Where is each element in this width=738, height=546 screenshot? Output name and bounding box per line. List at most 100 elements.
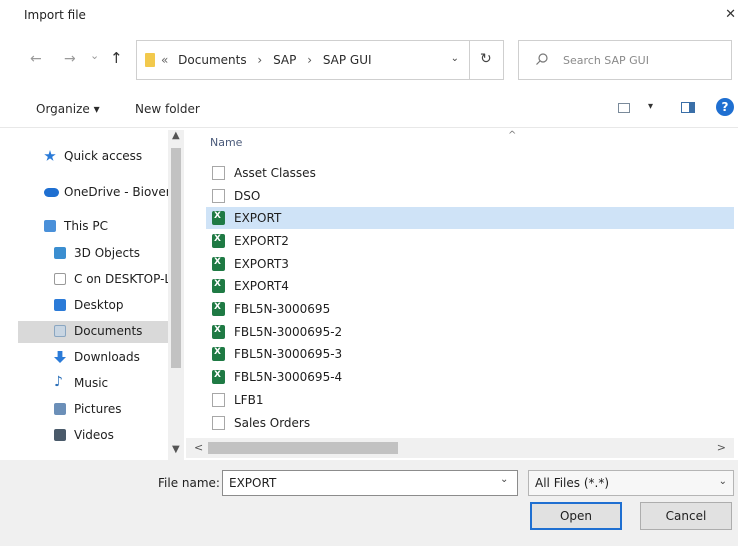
view-options-icon[interactable] (618, 103, 630, 113)
breadcrumb-sap[interactable]: SAP (273, 53, 296, 67)
sidebar-item-label: 3D Objects (74, 246, 141, 260)
file-name: FBL5N-3000695-4 (234, 370, 343, 384)
folder-icon (145, 53, 155, 67)
list-item[interactable]: Asset Classes (206, 162, 734, 184)
cube-icon (54, 247, 66, 259)
sidebar-item-label: Pictures (74, 402, 122, 416)
chevron-down-icon[interactable]: ▾ (648, 101, 653, 112)
chevron-down-icon[interactable]: ⌄ (451, 53, 459, 64)
file-name-field[interactable] (222, 470, 518, 496)
open-button[interactable]: Open (530, 502, 622, 530)
up-arrow-icon[interactable]: ↑ (110, 49, 123, 67)
sidebar-scroll-thumb[interactable] (171, 148, 181, 368)
help-icon[interactable]: ? (716, 98, 734, 116)
forward-arrow-icon[interactable]: → (64, 51, 76, 67)
file-name: Asset Classes (234, 166, 316, 180)
chevron-up-icon[interactable]: ▲ (172, 130, 180, 141)
list-item-selected[interactable]: EXPORT (206, 207, 734, 229)
sidebar-item-quick-access[interactable]: Quick access (18, 146, 168, 168)
video-icon (54, 429, 66, 441)
sidebar-item-desktop[interactable]: Desktop (18, 295, 168, 317)
chevron-right-icon[interactable]: › (307, 53, 312, 67)
chevron-down-icon[interactable]: ▼ (172, 444, 180, 455)
excel-file-icon (212, 325, 225, 339)
download-icon (54, 351, 66, 363)
excel-file-icon (212, 279, 225, 293)
sidebar-item-label: This PC (64, 219, 108, 233)
column-header-name[interactable]: Name (210, 136, 242, 149)
list-item[interactable]: FBL5N-3000695-2 (206, 321, 734, 343)
file-name: FBL5N-3000695-2 (234, 325, 343, 339)
chevron-right-icon[interactable]: › (257, 53, 262, 67)
chevron-left-icon[interactable]: < (194, 441, 203, 454)
sidebar-item-c-drive[interactable]: C on DESKTOP-L (18, 269, 168, 291)
documents-icon (54, 325, 66, 337)
command-bar: Organize ▾ New folder ▾ ? (0, 90, 738, 128)
excel-file-icon (212, 234, 225, 248)
excel-file-icon (212, 302, 225, 316)
music-icon: ♪ (54, 374, 63, 390)
title-bar: Import file ✕ (0, 0, 738, 32)
sidebar-item-label: OneDrive - Biover (64, 185, 168, 199)
close-icon[interactable]: ✕ (725, 7, 736, 22)
breadcrumb-overflow-icon[interactable]: « (161, 53, 168, 67)
back-arrow-icon[interactable]: ← (30, 51, 42, 67)
file-name: EXPORT (234, 211, 282, 225)
address-bar[interactable]: « Documents › SAP › SAP GUI ⌄ (136, 40, 470, 80)
cloud-icon (44, 188, 59, 197)
excel-file-icon (212, 370, 225, 384)
list-item[interactable]: LFB1 (206, 389, 734, 411)
dialog-footer: File name: ⌄ All Files (*.*) ⌄ Open Canc… (0, 460, 738, 546)
preview-pane-icon[interactable] (681, 102, 695, 113)
file-type-select[interactable]: All Files (*.*) ⌄ (528, 470, 734, 496)
file-name: LFB1 (234, 393, 264, 407)
chevron-down-icon[interactable]: ⌄ (500, 474, 508, 485)
excel-file-icon (212, 257, 225, 271)
list-item[interactable]: Sales Orders (206, 412, 734, 434)
sidebar-item-label: Music (74, 376, 109, 390)
sidebar-item-videos[interactable]: Videos (18, 425, 168, 447)
navigation-bar: ← → ⌄ ↑ « Documents › SAP › SAP GUI ⌄ ↻ … (0, 34, 738, 86)
organize-button[interactable]: Organize ▾ (36, 102, 100, 116)
file-type-value: All Files (*.*) (535, 476, 610, 490)
computer-icon (44, 220, 56, 232)
sidebar-item-onedrive[interactable]: OneDrive - Biover (18, 182, 168, 204)
excel-file-icon (212, 211, 225, 225)
document-icon (212, 416, 225, 430)
search-input[interactable]: Search SAP GUI (518, 40, 732, 80)
sidebar-item-this-pc[interactable]: This PC (18, 216, 168, 238)
list-item[interactable]: FBL5N-3000695-4 (206, 366, 734, 388)
list-item[interactable]: FBL5N-3000695-3 (206, 343, 734, 365)
sidebar-item-music[interactable]: ♪ Music (18, 373, 168, 395)
new-folder-button[interactable]: New folder (135, 102, 200, 116)
breadcrumb-sap-gui[interactable]: SAP GUI (323, 53, 372, 67)
list-item[interactable]: EXPORT3 (206, 253, 734, 275)
sidebar-scrollbar[interactable]: ▲ ▼ (168, 130, 184, 460)
list-item[interactable]: DSO (206, 185, 734, 207)
file-name: DSO (234, 189, 261, 203)
list-item[interactable]: FBL5N-3000695 (206, 298, 734, 320)
horizontal-scrollbar[interactable]: < > (186, 438, 734, 458)
refresh-button[interactable]: ↻ (470, 40, 504, 80)
horizontal-scroll-thumb[interactable] (208, 442, 398, 454)
excel-file-icon (212, 347, 225, 361)
sidebar-item-label: Documents (74, 324, 143, 338)
list-item[interactable]: EXPORT2 (206, 230, 734, 252)
navigation-pane: Quick access OneDrive - Biover This PC 3… (18, 130, 186, 460)
cancel-button[interactable]: Cancel (640, 502, 732, 530)
chevron-right-icon[interactable]: > (717, 441, 726, 454)
sidebar-item-downloads[interactable]: Downloads (18, 347, 168, 369)
search-icon (536, 53, 548, 65)
breadcrumb-documents[interactable]: Documents (178, 53, 246, 67)
document-icon (212, 189, 225, 203)
file-name: EXPORT2 (234, 234, 289, 248)
sidebar-item-label: Videos (74, 428, 114, 442)
sort-ascending-icon: ^ (508, 130, 517, 141)
sidebar-item-documents[interactable]: Documents (18, 321, 168, 343)
document-icon (212, 393, 225, 407)
desktop-icon (54, 299, 66, 311)
list-item[interactable]: EXPORT4 (206, 275, 734, 297)
sidebar-item-3d-objects[interactable]: 3D Objects (18, 243, 168, 265)
sidebar-item-pictures[interactable]: Pictures (18, 399, 168, 421)
recent-locations-icon[interactable]: ⌄ (90, 49, 99, 62)
